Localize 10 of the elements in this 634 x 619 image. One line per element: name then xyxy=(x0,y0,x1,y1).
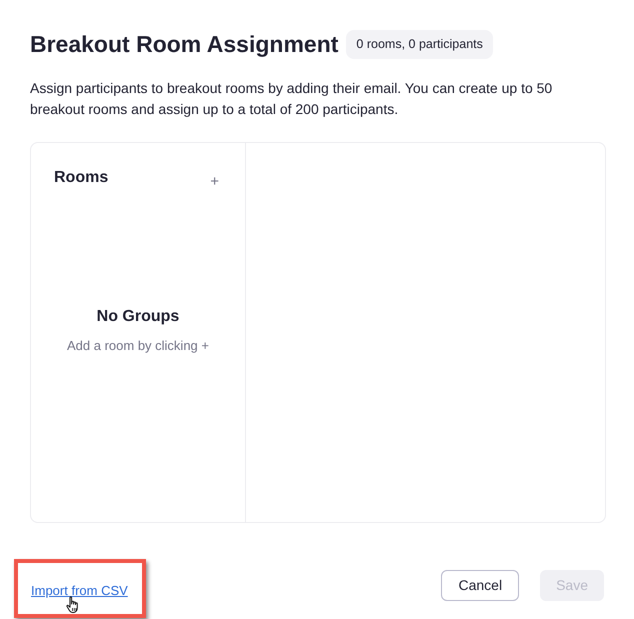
empty-state-title: No Groups xyxy=(96,307,180,327)
hand-cursor-icon xyxy=(66,596,81,614)
add-room-button[interactable]: + xyxy=(210,174,219,189)
empty-state-hint: Add a room by clicking + xyxy=(67,338,209,354)
description-text: Assign participants to breakout rooms by adding their email. You can create up to 50 breakout rooms and assign up to a total of 200 participants. xyxy=(30,79,554,119)
import-csv-link[interactable]: Import from CSV xyxy=(31,583,128,598)
cancel-button[interactable]: Cancel xyxy=(441,570,520,601)
rooms-heading: Rooms xyxy=(54,168,108,188)
count-badge: 0 rooms, 0 participants xyxy=(346,30,493,58)
dialog-title: Breakout Room Assignment xyxy=(30,30,338,59)
